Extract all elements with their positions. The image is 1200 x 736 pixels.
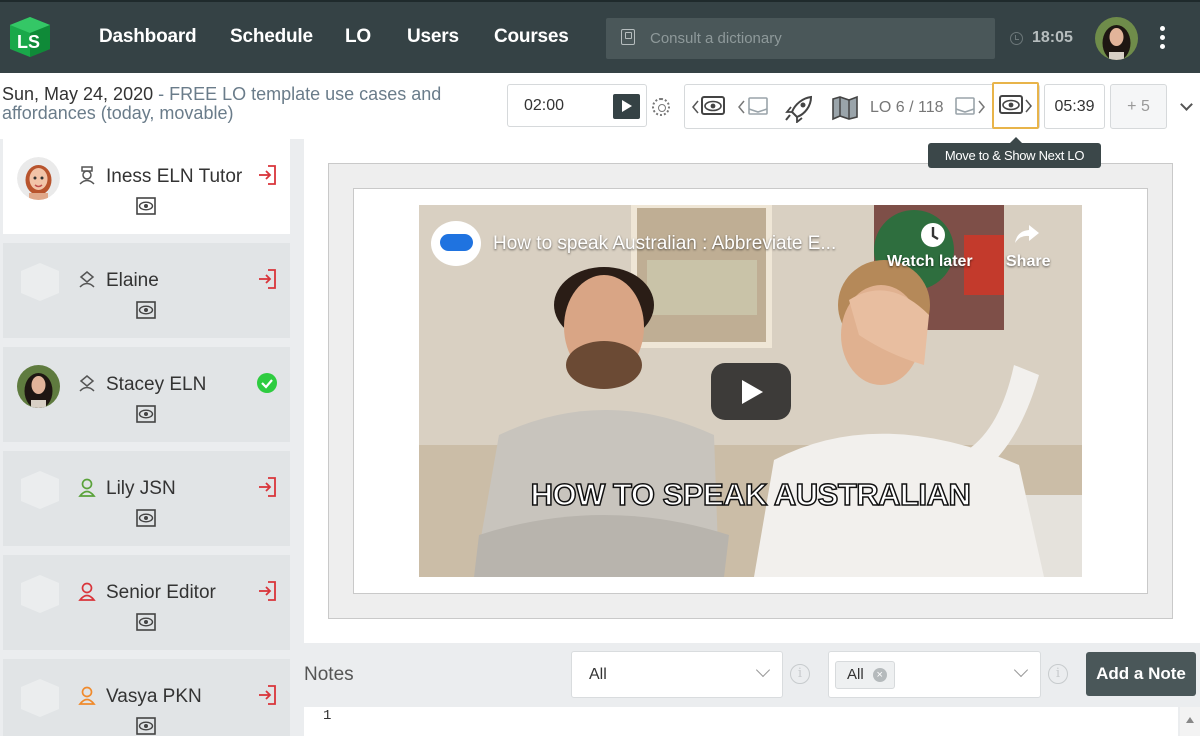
eye-icon[interactable]	[136, 405, 156, 423]
timer-settings-icon[interactable]	[652, 98, 670, 116]
timer-control: 02:00	[507, 84, 647, 127]
previous-lo-icon[interactable]	[737, 95, 771, 119]
user-icon	[78, 686, 96, 705]
lo-navigation: LO 6 / 118	[684, 84, 1040, 129]
exit-icon[interactable]	[256, 684, 278, 706]
dictionary-icon	[621, 29, 635, 45]
default-avatar-icon	[21, 263, 59, 301]
timer-value[interactable]: 02:00	[524, 97, 564, 115]
exit-icon[interactable]	[256, 268, 278, 290]
lesson-title: Sun, May 24, 2020 - FREE LO template use…	[2, 85, 472, 123]
default-avatar-icon	[21, 679, 59, 717]
current-time: 18:05	[1032, 29, 1073, 46]
watch-later-button[interactable]: Watch later	[887, 253, 973, 271]
info-icon[interactable]: i	[1048, 664, 1068, 684]
participant-name: Iness ELN Tutor	[106, 166, 243, 187]
remove-tag-icon[interactable]: ×	[872, 668, 887, 682]
video-title[interactable]: How to speak Australian : Abbreviate E..…	[493, 233, 836, 255]
clock-icon[interactable]	[917, 219, 949, 251]
lo-slide: How to speak Australian : Abbreviate E..…	[353, 188, 1148, 594]
show-next-lo-icon	[999, 95, 1032, 114]
next-lo-icon[interactable]	[953, 95, 987, 119]
notes-tag-select[interactable]: All ×	[828, 651, 1041, 698]
participant-card[interactable]: Stacey ELN	[3, 347, 290, 442]
show-next-lo-button[interactable]	[992, 82, 1039, 129]
chevron-down-icon	[1013, 662, 1029, 678]
share-icon[interactable]	[1012, 219, 1042, 249]
scrollbar-up-arrow[interactable]	[1180, 707, 1200, 736]
play-icon[interactable]	[711, 363, 791, 420]
participant-card[interactable]: Senior Editor	[3, 555, 290, 650]
start-timer-button[interactable]	[613, 94, 640, 119]
lesson-header: Sun, May 24, 2020 - FREE LO template use…	[0, 73, 1200, 139]
eye-icon[interactable]	[136, 717, 156, 735]
tag-chip-label: All	[847, 666, 864, 683]
participant-name: Elaine	[106, 270, 159, 291]
exit-icon[interactable]	[256, 476, 278, 498]
lo-frame: How to speak Australian : Abbreviate E..…	[328, 163, 1173, 619]
notes-heading: Notes	[304, 664, 354, 685]
clock-icon	[1010, 32, 1023, 45]
lo-counter: LO 6 / 118	[870, 99, 944, 116]
lesson-date: Sun, May 24, 2020	[2, 84, 154, 104]
participant-card[interactable]: Vasya PKN	[3, 659, 290, 736]
exit-icon[interactable]	[256, 580, 278, 602]
participant-name: Vasya PKN	[106, 686, 202, 707]
dictionary-search-input[interactable]	[650, 27, 980, 49]
next-lo-tooltip: Move to & Show Next LO	[928, 137, 1101, 168]
svg-text:LS: LS	[17, 32, 40, 52]
nav-schedule[interactable]: Schedule	[230, 26, 313, 48]
youtube-video[interactable]: How to speak Australian : Abbreviate E..…	[419, 205, 1082, 577]
participant-card[interactable]: Lily JSN	[3, 451, 290, 546]
app-logo[interactable]: LS	[6, 15, 54, 59]
default-avatar-icon	[21, 471, 59, 509]
map-icon[interactable]	[831, 95, 859, 121]
nav-courses[interactable]: Courses	[494, 26, 569, 48]
user-avatar[interactable]	[1095, 17, 1138, 60]
chevron-down-icon	[755, 662, 771, 678]
exit-icon[interactable]	[256, 164, 278, 186]
notes-editor[interactable]: 1	[304, 707, 1178, 736]
line-number: 1	[323, 708, 332, 724]
nav-users[interactable]: Users	[407, 26, 459, 48]
nav-lo[interactable]: LO	[345, 26, 371, 48]
participant-name: Senior Editor	[106, 582, 216, 603]
lo-content-area: How to speak Australian : Abbreviate E..…	[304, 139, 1200, 643]
participant-avatar	[17, 365, 60, 408]
notes-filter-value: All	[589, 666, 607, 683]
more-menu-icon[interactable]	[1154, 26, 1170, 52]
tutor-icon	[79, 166, 95, 185]
nav-dashboard[interactable]: Dashboard	[99, 26, 197, 48]
eye-icon[interactable]	[136, 509, 156, 527]
top-navbar: LS Dashboard Schedule LO Users Courses 1…	[0, 0, 1200, 73]
show-previous-lo-icon[interactable]	[691, 95, 727, 119]
video-caption: HOW TO SPEAK AUSTRALIAN	[530, 476, 972, 513]
eye-icon[interactable]	[136, 301, 156, 319]
rocket-icon[interactable]	[783, 95, 815, 123]
participant-card[interactable]: Iness ELN Tutor	[3, 139, 290, 234]
user-icon	[78, 582, 96, 601]
participant-avatar	[17, 157, 60, 200]
participant-name: Stacey ELN	[106, 374, 207, 395]
default-avatar-icon	[21, 575, 59, 613]
dictionary-search	[606, 18, 995, 59]
eye-icon[interactable]	[136, 613, 156, 631]
student-icon	[79, 271, 95, 288]
tag-chip: All ×	[835, 661, 895, 689]
notes-filter-select[interactable]: All	[571, 651, 783, 698]
chevron-down-icon[interactable]	[1180, 98, 1193, 111]
participant-card[interactable]: Elaine	[3, 243, 290, 338]
share-button[interactable]: Share	[1006, 253, 1050, 271]
info-icon[interactable]: i	[790, 664, 810, 684]
student-icon	[79, 375, 95, 392]
channel-avatar[interactable]	[431, 221, 481, 266]
eye-icon[interactable]	[136, 197, 156, 215]
add-note-button[interactable]: Add a Note	[1086, 652, 1196, 696]
online-check-icon	[257, 373, 277, 393]
more-participants-button[interactable]: + 5	[1110, 84, 1167, 129]
participant-name: Lily JSN	[106, 478, 176, 499]
user-icon	[78, 478, 96, 497]
elapsed-time: 05:39	[1044, 84, 1105, 129]
